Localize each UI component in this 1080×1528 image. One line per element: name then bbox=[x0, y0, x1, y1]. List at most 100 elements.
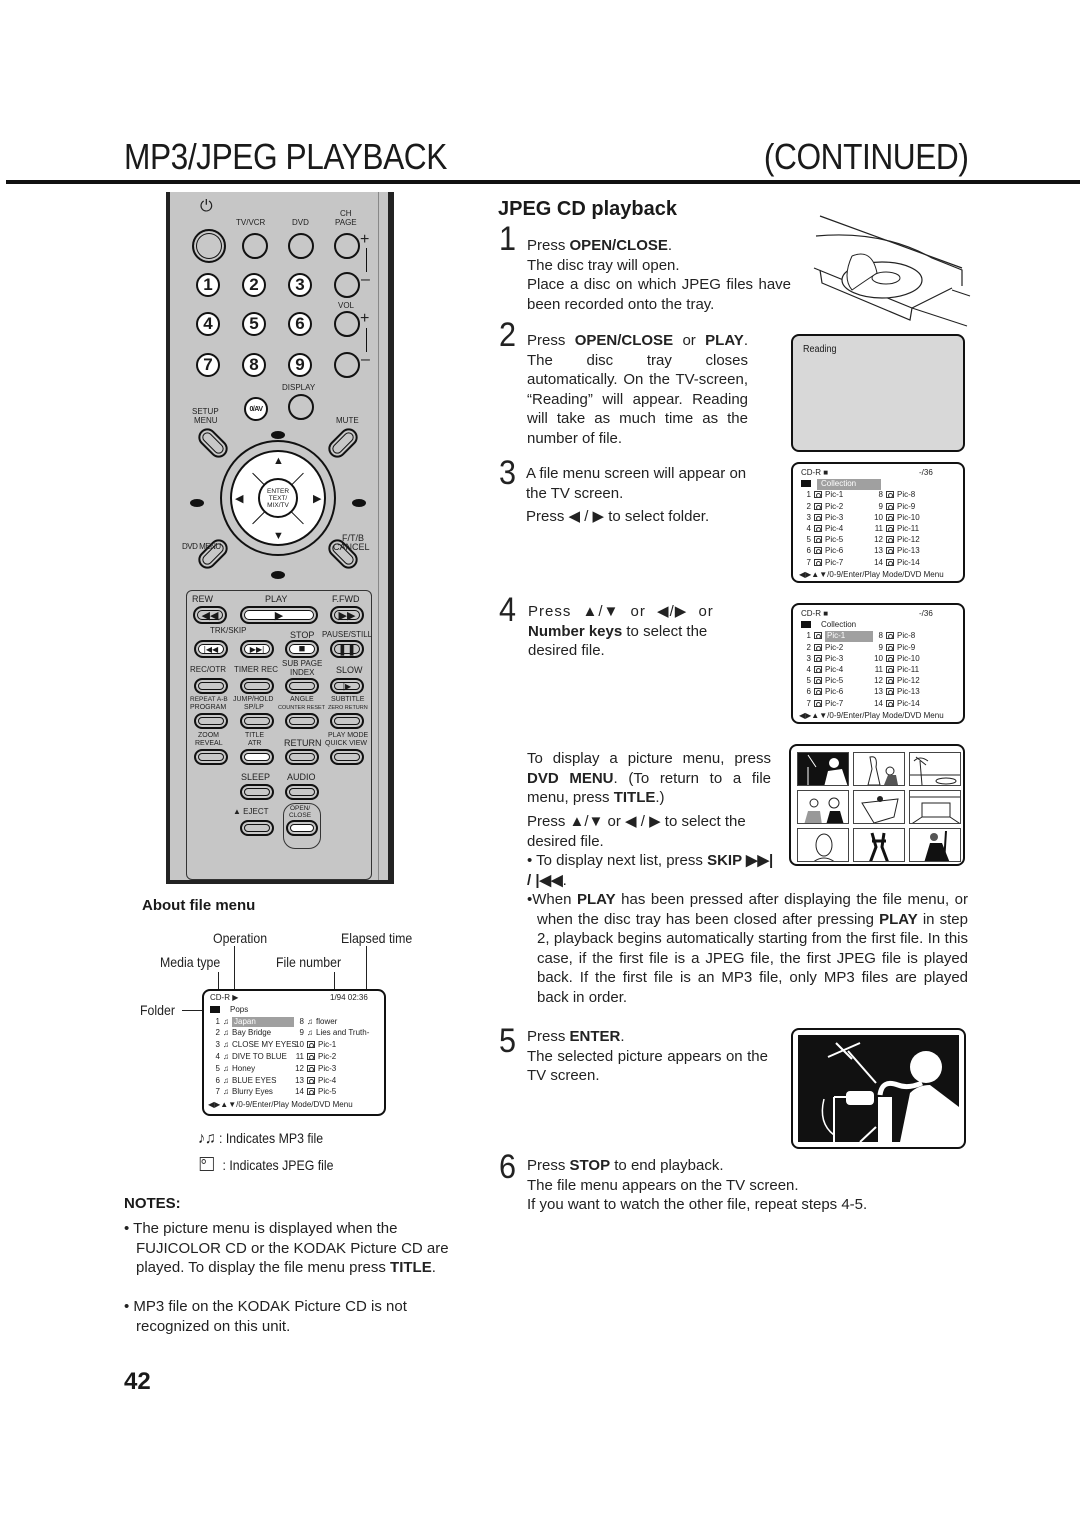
file-item[interactable]: 10 Pic-1 bbox=[294, 1040, 336, 1051]
file-item[interactable]: 12 Pic-12 bbox=[873, 676, 920, 687]
file-item[interactable]: 5 Pic-5 bbox=[801, 676, 844, 687]
rew-button[interactable]: ◀◀ bbox=[193, 606, 227, 624]
vol-up-button[interactable] bbox=[334, 311, 360, 337]
play-button[interactable]: ▶ bbox=[240, 606, 318, 624]
thumbnail-bassist[interactable] bbox=[909, 828, 961, 862]
jump-hold-label: JUMP/HOLD bbox=[233, 696, 274, 703]
file-item[interactable]: 8 ♫ flower bbox=[294, 1017, 338, 1028]
slow-button[interactable]: |▶ bbox=[330, 678, 364, 694]
skip-back-button[interactable]: |◀◀ bbox=[194, 640, 228, 658]
num-6-button[interactable]: 6 bbox=[288, 312, 312, 336]
thumbnail-duo[interactable] bbox=[797, 790, 849, 824]
ffwd-button[interactable]: ▶▶ bbox=[330, 606, 364, 624]
num-2-button[interactable]: 2 bbox=[242, 273, 266, 297]
file-item[interactable]: 1 ♫ Japan bbox=[210, 1016, 294, 1028]
skip-forward-button[interactable]: ▶▶| bbox=[240, 640, 274, 658]
file-item[interactable]: 14 Pic-14 bbox=[873, 558, 920, 569]
thumbnail-saxophonist[interactable] bbox=[797, 752, 849, 786]
file-item[interactable]: 12 Pic-3 bbox=[294, 1064, 336, 1075]
left-arrow-button[interactable]: ◀ bbox=[235, 492, 243, 505]
ch-up-button[interactable] bbox=[334, 233, 360, 259]
file-item[interactable]: 7 ♫ Blurry Eyes bbox=[210, 1087, 273, 1098]
stop-button[interactable]: ■ bbox=[285, 640, 319, 658]
sub-page-button[interactable] bbox=[285, 678, 319, 694]
file-item[interactable]: 1 Pic-1 bbox=[801, 490, 844, 501]
file-item[interactable]: 2 Pic-2 bbox=[801, 643, 844, 654]
file-index: 13 bbox=[295, 1075, 304, 1085]
num-1-button[interactable]: 1 bbox=[196, 273, 220, 297]
ch-down-button[interactable] bbox=[334, 272, 360, 298]
rec-otr-button[interactable] bbox=[194, 678, 228, 694]
file-item[interactable]: 4 Pic-4 bbox=[801, 665, 844, 676]
jump-button[interactable] bbox=[240, 713, 274, 729]
repeat-button[interactable] bbox=[194, 713, 228, 729]
file-item[interactable]: 11 Pic-11 bbox=[873, 524, 919, 535]
play-mode-label: PLAY MODE bbox=[328, 732, 369, 739]
file-item[interactable]: 9 Pic-9 bbox=[873, 643, 916, 654]
right-arrow-button[interactable]: ▶ bbox=[313, 492, 321, 505]
quick-view-button[interactable] bbox=[330, 749, 364, 765]
file-item[interactable]: 9 ♫ Lies and Truth- bbox=[294, 1028, 370, 1039]
num-5-button[interactable]: 5 bbox=[242, 312, 266, 336]
title-button[interactable] bbox=[240, 749, 274, 765]
file-item[interactable]: 1 Pic-1 bbox=[801, 631, 873, 643]
return-button[interactable] bbox=[285, 749, 319, 765]
enter-button[interactable]: ENTER TEXT/ MIX/TV bbox=[258, 478, 298, 518]
thumbnail-car[interactable] bbox=[909, 790, 961, 824]
file-item[interactable]: 5 Pic-5 bbox=[801, 535, 844, 546]
num-8-button[interactable]: 8 bbox=[242, 353, 266, 377]
file-item[interactable]: 12 Pic-12 bbox=[873, 535, 920, 546]
file-item[interactable]: 6 ♫ BLUE EYES bbox=[210, 1076, 277, 1087]
dvd-button[interactable] bbox=[288, 233, 314, 259]
num-4-button[interactable]: 4 bbox=[196, 312, 220, 336]
file-item[interactable]: 10 Pic-10 bbox=[873, 654, 920, 665]
tvvcr-button[interactable] bbox=[242, 233, 268, 259]
num-7-button[interactable]: 7 bbox=[196, 353, 220, 377]
thumbnail-couple[interactable] bbox=[853, 752, 905, 786]
num-3-button[interactable]: 3 bbox=[288, 273, 312, 297]
thumbnail-dancing-couple[interactable] bbox=[853, 828, 905, 862]
file-item[interactable]: 3 ♫ CLOSE MY EYES bbox=[210, 1040, 297, 1051]
file-item[interactable]: 3 Pic-3 bbox=[801, 513, 844, 524]
subtitle-button[interactable] bbox=[330, 713, 364, 729]
down-arrow-button[interactable]: ▼ bbox=[273, 530, 284, 542]
file-item[interactable]: 11 Pic-11 bbox=[873, 665, 919, 676]
thumbnail-woman[interactable] bbox=[797, 828, 849, 862]
file-item[interactable]: 10 Pic-10 bbox=[873, 513, 920, 524]
file-item[interactable]: 2 ♫ Bay Bridge bbox=[210, 1028, 272, 1039]
zero-av-button[interactable]: 0/AV bbox=[244, 397, 268, 421]
zoom-button[interactable] bbox=[194, 749, 228, 765]
file-item[interactable]: 13 Pic-13 bbox=[873, 687, 920, 698]
display-button[interactable] bbox=[288, 394, 314, 420]
sleep-button[interactable] bbox=[240, 784, 274, 800]
power-button[interactable] bbox=[192, 229, 226, 263]
angle-button[interactable] bbox=[285, 713, 319, 729]
file-item[interactable]: 13 Pic-13 bbox=[873, 546, 920, 557]
pause-button[interactable]: ❚❚ bbox=[330, 640, 364, 658]
file-item[interactable]: 5 ♫ Honey bbox=[210, 1064, 256, 1075]
file-item[interactable]: 13 Pic-4 bbox=[294, 1076, 336, 1087]
file-item[interactable]: 9 Pic-9 bbox=[873, 502, 916, 513]
file-item[interactable]: 7 Pic-7 bbox=[801, 558, 844, 569]
thumbnail-dancer[interactable] bbox=[853, 790, 905, 824]
file-item[interactable]: 4 ♫ DIVE TO BLUE bbox=[210, 1052, 287, 1063]
file-item[interactable]: 7 Pic-7 bbox=[801, 699, 844, 710]
eject-button[interactable] bbox=[240, 820, 274, 836]
up-arrow-button[interactable]: ▲ bbox=[273, 455, 284, 467]
thumbnail-palm-car[interactable] bbox=[909, 752, 961, 786]
file-item[interactable]: 6 Pic-6 bbox=[801, 546, 844, 557]
open-close-button[interactable] bbox=[286, 820, 318, 836]
file-item[interactable]: 11 Pic-2 bbox=[294, 1052, 337, 1063]
audio-button[interactable] bbox=[285, 784, 319, 800]
file-item[interactable]: 14 Pic-5 bbox=[294, 1087, 336, 1098]
file-item[interactable]: 8 Pic-8 bbox=[873, 631, 916, 642]
num-9-button[interactable]: 9 bbox=[288, 353, 312, 377]
file-item[interactable]: 14 Pic-14 bbox=[873, 699, 920, 710]
file-item[interactable]: 4 Pic-4 bbox=[801, 524, 844, 535]
file-item[interactable]: 8 Pic-8 bbox=[873, 490, 916, 501]
file-item[interactable]: 3 Pic-3 bbox=[801, 654, 844, 665]
file-item[interactable]: 6 Pic-6 bbox=[801, 687, 844, 698]
timer-rec-button[interactable] bbox=[240, 678, 274, 694]
vol-down-button[interactable] bbox=[334, 352, 360, 378]
file-item[interactable]: 2 Pic-2 bbox=[801, 502, 844, 513]
